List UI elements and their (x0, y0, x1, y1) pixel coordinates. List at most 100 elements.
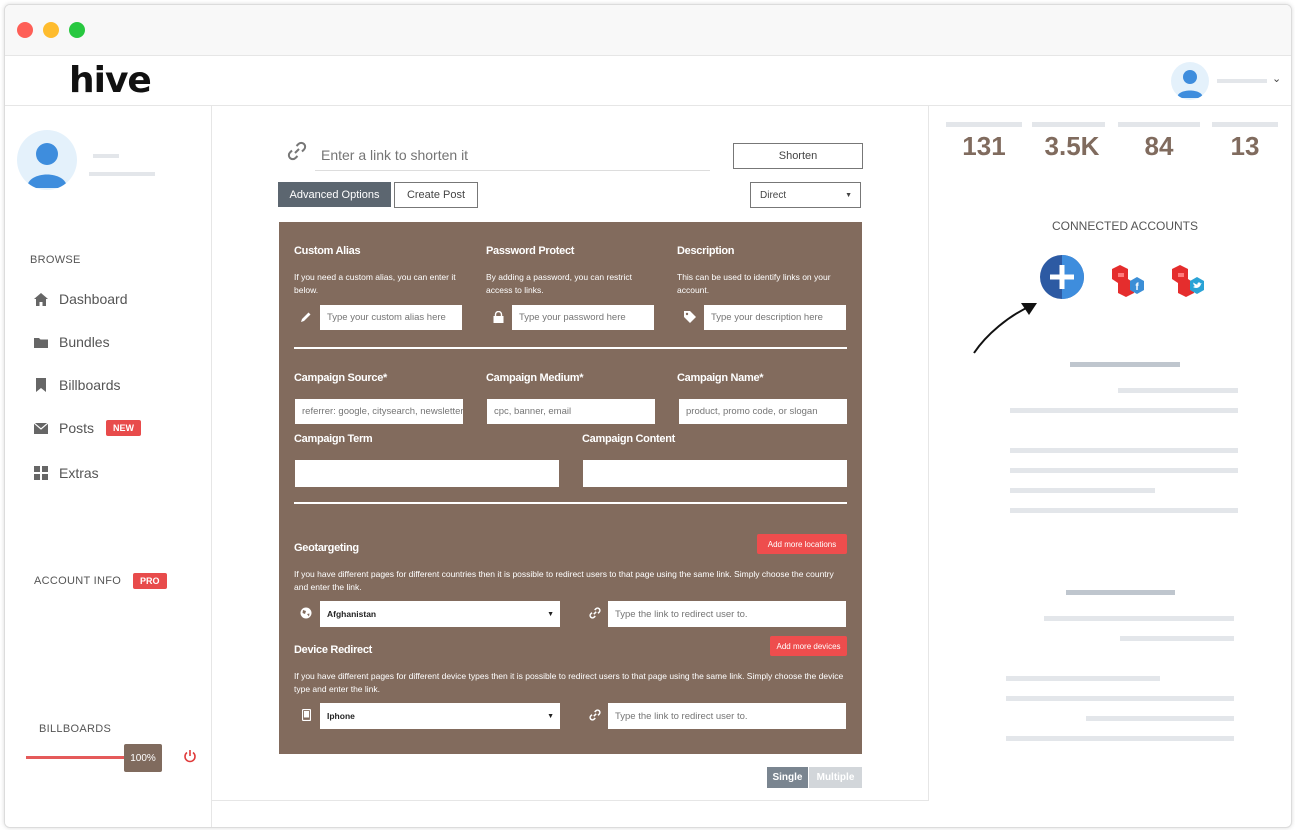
shorten-button[interactable]: Shorten (733, 143, 863, 169)
placeholder-line (1086, 716, 1234, 721)
placeholder-line (1120, 636, 1234, 641)
folder-icon (33, 334, 49, 350)
pencil-icon (299, 310, 313, 324)
shorten-url-input[interactable] (315, 139, 710, 171)
hive-logo[interactable]: hive (69, 60, 152, 101)
user-avatar[interactable] (1171, 62, 1209, 100)
tag-icon (683, 310, 697, 324)
chevron-down-icon[interactable]: ⌄ (1272, 72, 1281, 85)
password-protect-help: By adding a password, you can restrict a… (486, 272, 632, 295)
sidebar-item-bundles[interactable]: Bundles (33, 330, 110, 354)
caret-down-icon: ▼ (547, 610, 554, 618)
pointer-arrow-icon (971, 297, 1041, 362)
custom-alias-label: Custom Alias (294, 245, 361, 257)
placeholder-heading (1070, 362, 1180, 367)
custom-alias-input[interactable] (320, 305, 462, 330)
multiple-toggle-button[interactable]: Multiple (809, 767, 862, 788)
close-window-button[interactable] (17, 22, 33, 38)
sidebar-item-billboards[interactable]: Billboards (33, 373, 120, 397)
sidebar-item-label: Posts (59, 420, 95, 436)
add-more-devices-button[interactable]: Add more devices (770, 636, 847, 656)
sidebar: BROWSE Dashboard Bundles Billboards Post… (5, 106, 212, 827)
bookmark-icon (33, 377, 49, 393)
link-icon (588, 708, 602, 722)
campaign-content-input[interactable] (583, 460, 847, 487)
stat-label-placeholder (1032, 122, 1105, 127)
sidebar-item-dashboard[interactable]: Dashboard (33, 287, 128, 311)
stat-links: 84 (1144, 131, 1174, 161)
link-icon (588, 606, 602, 620)
home-icon (33, 291, 49, 307)
placeholder-line (1010, 468, 1238, 473)
stat-label-placeholder (1212, 122, 1278, 127)
twitter-account-icon[interactable] (1169, 263, 1209, 308)
placeholder-line (1006, 676, 1160, 681)
placeholder-line (1010, 508, 1238, 513)
title-bar (5, 5, 1291, 56)
description-label: Description (677, 245, 735, 257)
add-more-locations-button[interactable]: Add more locations (757, 534, 847, 554)
placeholder-line (1118, 388, 1238, 393)
custom-alias-help: If you need a custom alias, you can ente… (294, 272, 456, 295)
country-value: Afghanistan (327, 609, 377, 619)
billboards-progress-bar (26, 756, 126, 759)
top-bar: hive ⌄ (5, 56, 1291, 106)
country-select[interactable]: Afghanistan ▼ (320, 601, 560, 627)
stat-label-placeholder (946, 122, 1022, 127)
link-icon (287, 141, 307, 166)
user-icon (27, 143, 67, 188)
advanced-options-button[interactable]: Advanced Options (278, 182, 391, 207)
billboards-section-title: BILLBOARDS (39, 723, 112, 735)
single-toggle-button[interactable]: Single (767, 767, 808, 788)
panel-divider (294, 502, 847, 504)
device-value: Iphone (327, 711, 355, 721)
globe-icon (299, 606, 313, 620)
stat-views: 3.5K (1044, 131, 1100, 161)
envelope-icon (33, 420, 49, 436)
panel-divider (294, 347, 847, 349)
campaign-name-label: Campaign Name* (677, 372, 764, 384)
facebook-account-icon[interactable]: f (1109, 263, 1149, 308)
sidebar-item-label: Dashboard (59, 291, 128, 307)
redirect-type-value: Direct (760, 189, 787, 201)
username-placeholder (1217, 79, 1267, 83)
maximize-window-button[interactable] (69, 22, 85, 38)
placeholder-line (1006, 696, 1234, 701)
device-redirect-label: Device Redirect (294, 644, 373, 656)
campaign-term-label: Campaign Term (294, 433, 373, 445)
create-post-button[interactable]: Create Post (394, 182, 478, 208)
password-input[interactable] (512, 305, 654, 330)
minimize-window-button[interactable] (43, 22, 59, 38)
placeholder-line (1010, 488, 1155, 493)
placeholder-line (1010, 408, 1238, 413)
pro-badge: PRO (133, 573, 167, 589)
geotargeting-label: Geotargeting (294, 542, 359, 554)
sidebar-item-extras[interactable]: Extras (33, 461, 99, 485)
grid-icon (33, 465, 49, 481)
profile-name-placeholder (93, 154, 119, 158)
caret-down-icon: ▼ (845, 191, 852, 199)
redirect-type-select[interactable]: Direct ▼ (750, 182, 861, 208)
add-account-icon[interactable] (1040, 255, 1084, 304)
account-info-title: ACCOUNT INFO (34, 575, 122, 587)
stat-label-placeholder (1118, 122, 1200, 127)
description-input[interactable] (704, 305, 846, 330)
password-protect-label: Password Protect (486, 245, 575, 257)
power-icon[interactable] (183, 749, 197, 768)
device-link-input[interactable] (608, 703, 846, 729)
sidebar-item-posts[interactable]: Posts NEW (33, 416, 142, 440)
caret-down-icon: ▼ (547, 712, 554, 720)
device-select[interactable]: Iphone ▼ (320, 703, 560, 729)
placeholder-line (1044, 616, 1234, 621)
app-window: hive ⌄ BROWSE Dashboard Bundles Billboar… (4, 4, 1292, 828)
campaign-source-label: Campaign Source* (294, 372, 388, 384)
lock-icon (491, 310, 505, 324)
campaign-medium-label: Campaign Medium* (486, 372, 584, 384)
campaign-medium-input[interactable] (487, 399, 655, 424)
campaign-source-input[interactable] (295, 399, 463, 424)
sidebar-item-label: Extras (59, 465, 99, 481)
campaign-term-input[interactable] (295, 460, 559, 487)
geo-link-input[interactable] (608, 601, 846, 627)
campaign-name-input[interactable] (679, 399, 847, 424)
browse-section-title: BROWSE (30, 254, 81, 266)
